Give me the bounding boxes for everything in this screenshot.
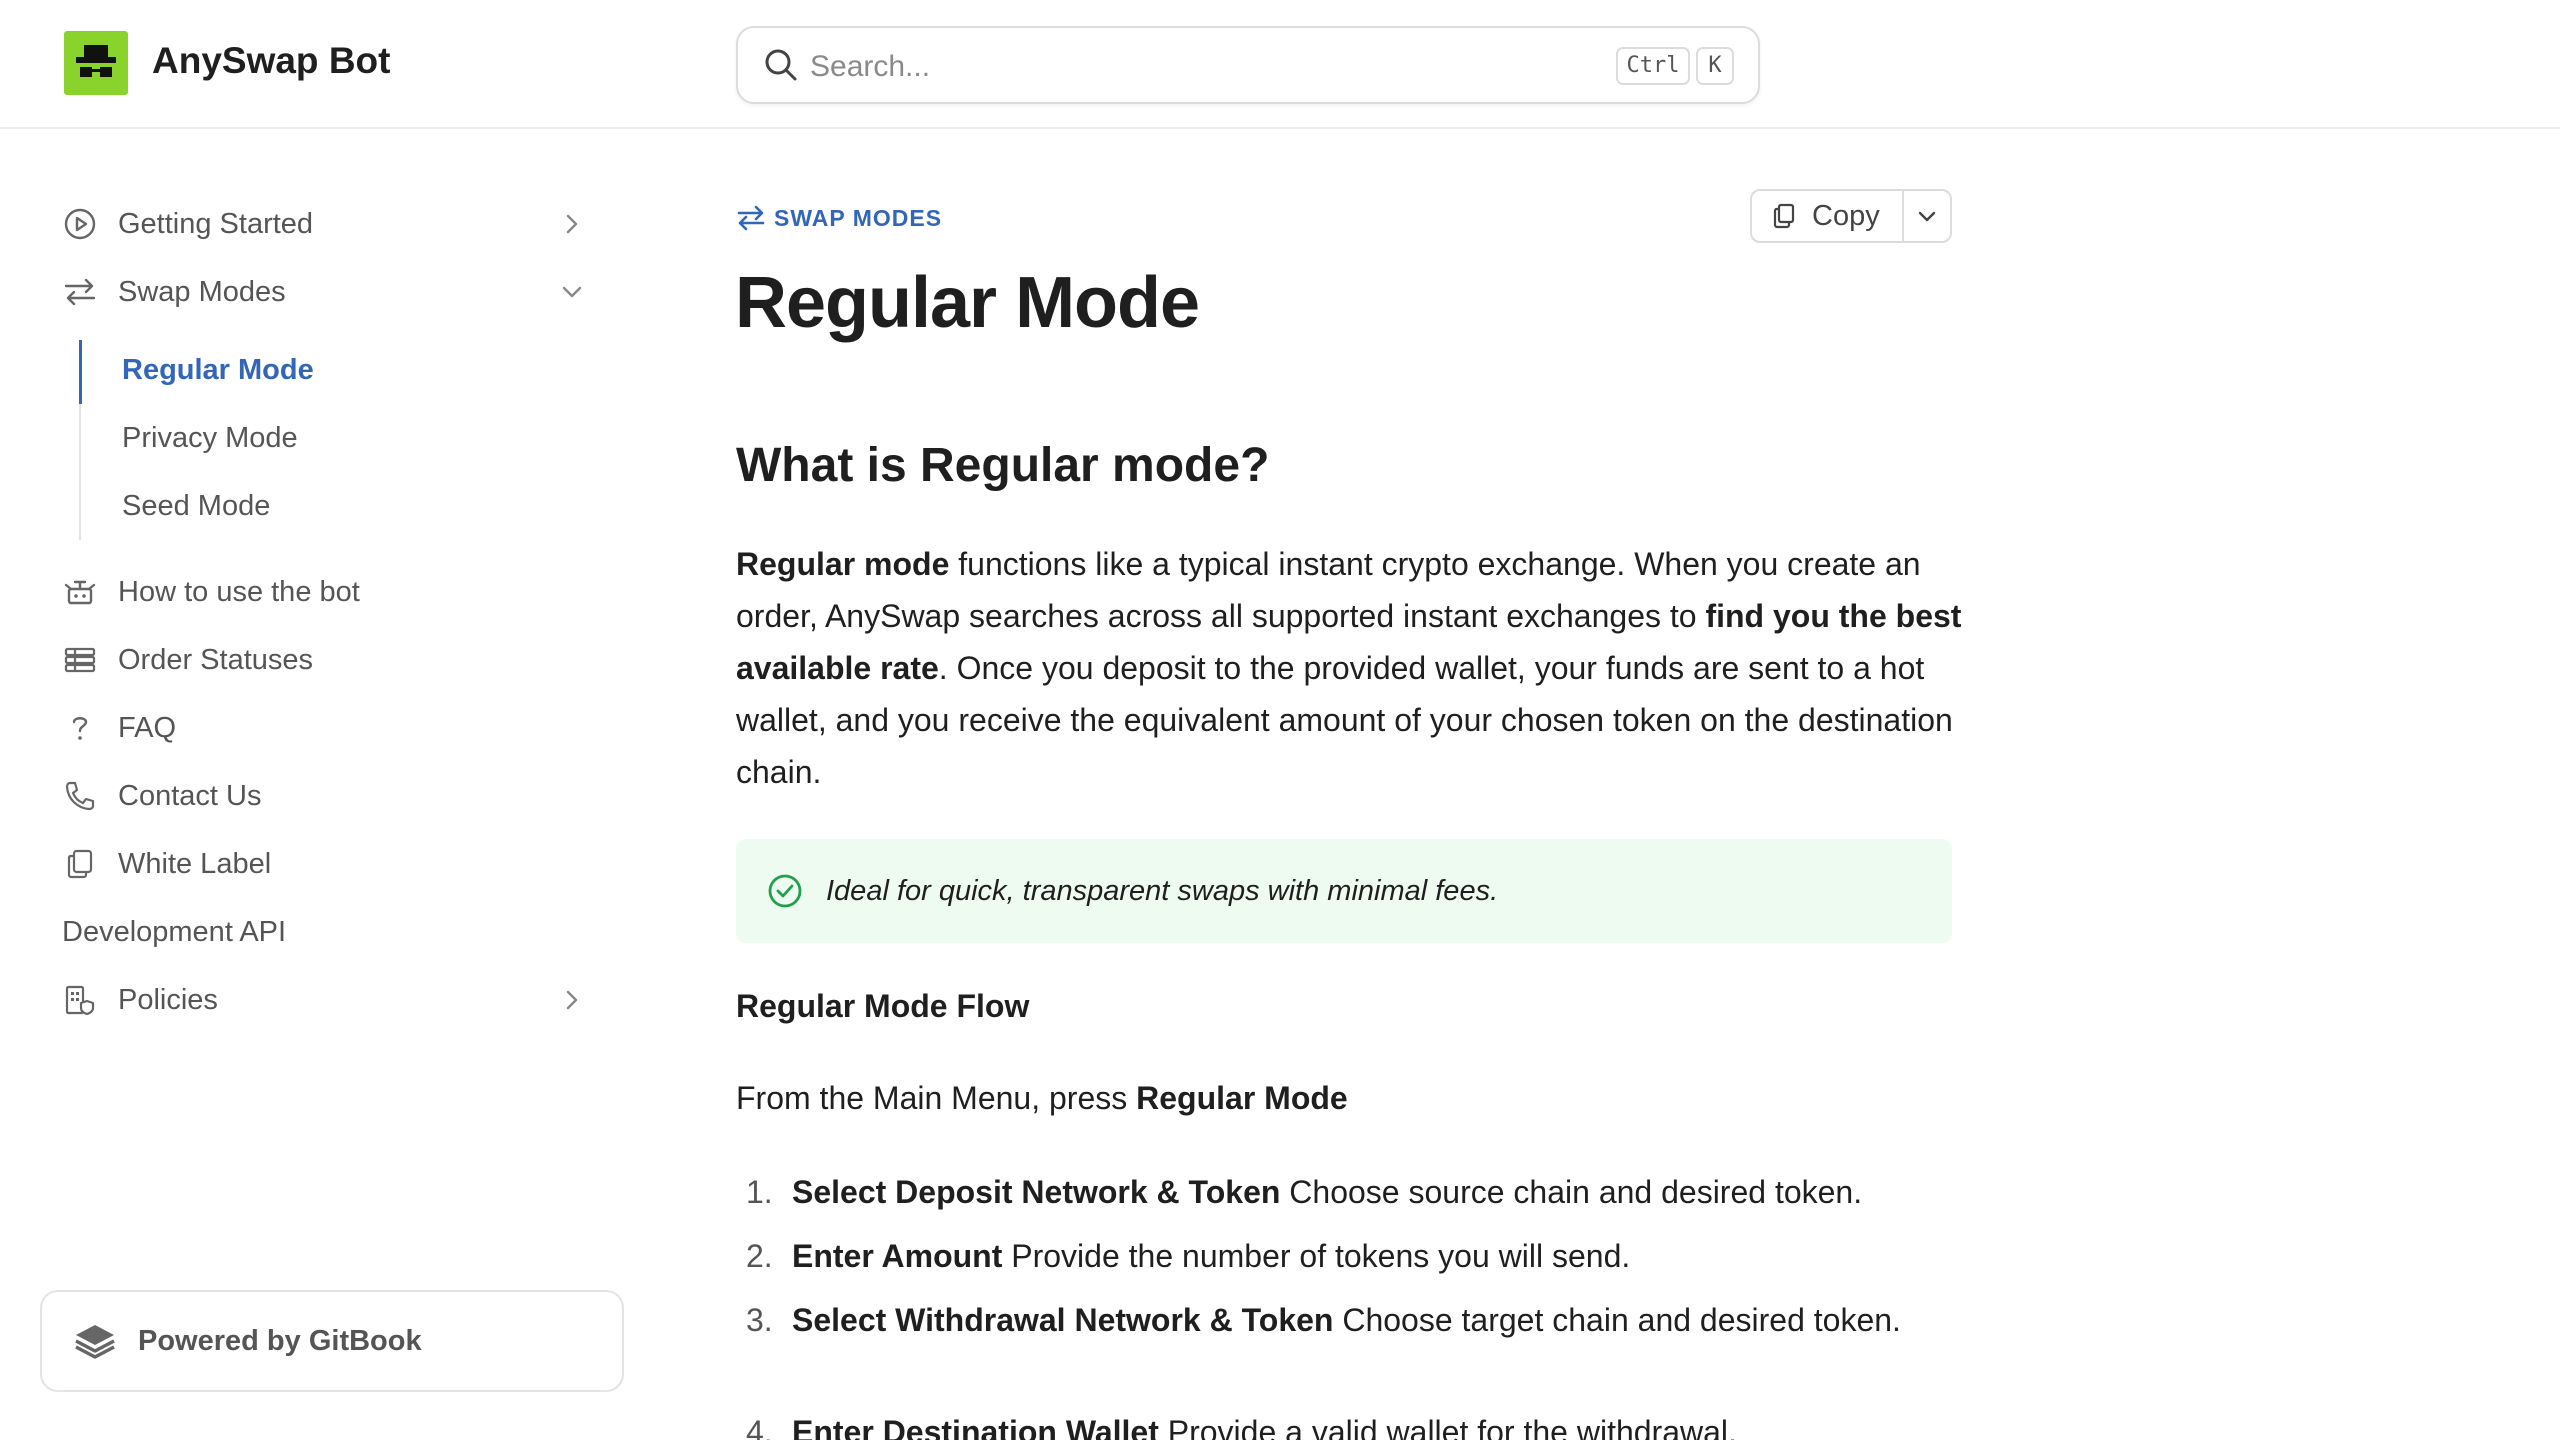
sidebar-item-label: Order Statuses xyxy=(118,643,314,676)
sidebar-item-getting-started[interactable]: Getting Started xyxy=(62,200,313,248)
sidebar-item-label: Swap Modes xyxy=(118,275,286,308)
copy-button[interactable]: Copy xyxy=(1752,191,1902,241)
intro-bold-1: Regular mode xyxy=(736,546,950,582)
step-text: Choose target chain and desired token. xyxy=(1333,1302,1901,1338)
list-number: 2. xyxy=(746,1238,773,1274)
gitbook-icon xyxy=(75,1325,115,1359)
step-text: Choose source chain and desired token. xyxy=(1280,1174,1863,1210)
building-shield-icon xyxy=(62,982,98,1018)
chevron-right-icon[interactable] xyxy=(560,212,584,236)
flow-heading: Regular Mode Flow xyxy=(736,988,1030,1024)
chevron-down-icon xyxy=(1918,211,1936,222)
sidebar-item-contact-us[interactable]: Contact Us xyxy=(62,772,261,820)
copy-options-dropdown[interactable] xyxy=(1904,191,1950,241)
section-heading: What is Regular mode? xyxy=(736,439,1270,492)
shortcut-ctrl-key: Ctrl xyxy=(1616,47,1690,85)
intro-paragraph: Regular mode functions like a typical in… xyxy=(736,538,1962,798)
sidebar-item-label: How to use the bot xyxy=(118,575,360,608)
sidebar-item-white-label[interactable]: White Label xyxy=(62,840,271,888)
sidebar-subitem-privacy-mode[interactable]: Privacy Mode xyxy=(122,422,298,455)
breadcrumb-label: SWAP MODES xyxy=(774,204,943,231)
sidebar-item-label: White Label xyxy=(118,847,272,880)
sidebar-item-label: Development API xyxy=(62,915,287,948)
check-circle-icon xyxy=(768,874,802,908)
success-callout: Ideal for quick, transparent swaps with … xyxy=(736,839,1952,943)
search-icon xyxy=(765,49,797,81)
chevron-down-icon[interactable] xyxy=(560,280,584,304)
sidebar-subitem-seed-mode[interactable]: Seed Mode xyxy=(122,490,270,523)
search-placeholder[interactable]: Search... xyxy=(810,50,930,84)
sidebar-subitem-regular-mode[interactable]: Regular Mode xyxy=(122,354,314,387)
flow-intro-text: From the Main Menu, press xyxy=(736,1080,1137,1116)
robot-icon xyxy=(62,574,98,610)
step-text: Provide the number of tokens you will se… xyxy=(1002,1238,1631,1274)
page-title: Regular Mode xyxy=(735,263,1200,343)
arrows-swap-icon xyxy=(737,205,765,231)
step-title: Enter Destination Wallet xyxy=(792,1414,1159,1440)
anyswap-logo[interactable] xyxy=(64,31,128,95)
powered-label: Powered by GitBook xyxy=(138,1324,422,1357)
shortcut-k-key: K xyxy=(1696,47,1734,85)
copy-icon xyxy=(1773,203,1795,229)
status-list-icon xyxy=(62,642,98,678)
search-bar[interactable]: Search... Ctrl K xyxy=(736,26,1760,104)
sidebar-item-faq[interactable]: FAQ xyxy=(62,704,176,752)
list-number: 3. xyxy=(746,1302,773,1338)
chevron-right-icon[interactable] xyxy=(560,988,584,1012)
sidebar-item-label: Getting Started xyxy=(118,207,314,240)
arrows-swap-icon xyxy=(62,274,98,310)
sidebar-item-order-statuses[interactable]: Order Statuses xyxy=(62,636,313,684)
list-number: 1. xyxy=(746,1174,773,1210)
sidebar-item-development-api[interactable]: Development API xyxy=(62,908,286,956)
step-title: Select Withdrawal Network & Token xyxy=(792,1302,1334,1338)
step-title: Select Deposit Network & Token xyxy=(792,1174,1281,1210)
list-number: 4. xyxy=(746,1414,773,1440)
step-text: Provide a valid wallet for the withdrawa… xyxy=(1158,1414,1737,1440)
powered-by-gitbook[interactable]: Powered by GitBook xyxy=(40,1290,624,1392)
submenu-active-indicator xyxy=(79,340,82,404)
copy-icon xyxy=(62,846,98,882)
copy-label: Copy xyxy=(1812,199,1880,232)
play-circle-icon xyxy=(62,206,98,242)
sidebar-item-label: FAQ xyxy=(118,711,177,744)
incognito-logo-icon xyxy=(76,45,116,77)
sidebar-item-policies[interactable]: Policies xyxy=(62,976,218,1024)
sidebar-item-how-to-use[interactable]: How to use the bot xyxy=(62,568,360,616)
copy-page-button-group: Copy xyxy=(1750,189,1952,243)
question-icon xyxy=(62,710,98,746)
callout-text: Ideal for quick, transparent swaps with … xyxy=(826,874,1499,907)
brand-name[interactable]: AnySwap Bot xyxy=(152,40,390,82)
flow-intro-bold: Regular Mode xyxy=(1136,1080,1348,1116)
step-title: Enter Amount xyxy=(792,1238,1003,1274)
flow-intro: From the Main Menu, press Regular Mode xyxy=(736,1080,1348,1117)
sidebar-item-label: Contact Us xyxy=(118,779,262,812)
phone-icon xyxy=(62,778,98,814)
top-header: AnySwap Bot Search... Ctrl K xyxy=(0,0,2560,129)
sidebar-item-swap-modes[interactable]: Swap Modes xyxy=(62,268,286,316)
breadcrumb[interactable]: SWAP MODES xyxy=(736,204,942,232)
sidebar-item-label: Policies xyxy=(118,983,218,1016)
